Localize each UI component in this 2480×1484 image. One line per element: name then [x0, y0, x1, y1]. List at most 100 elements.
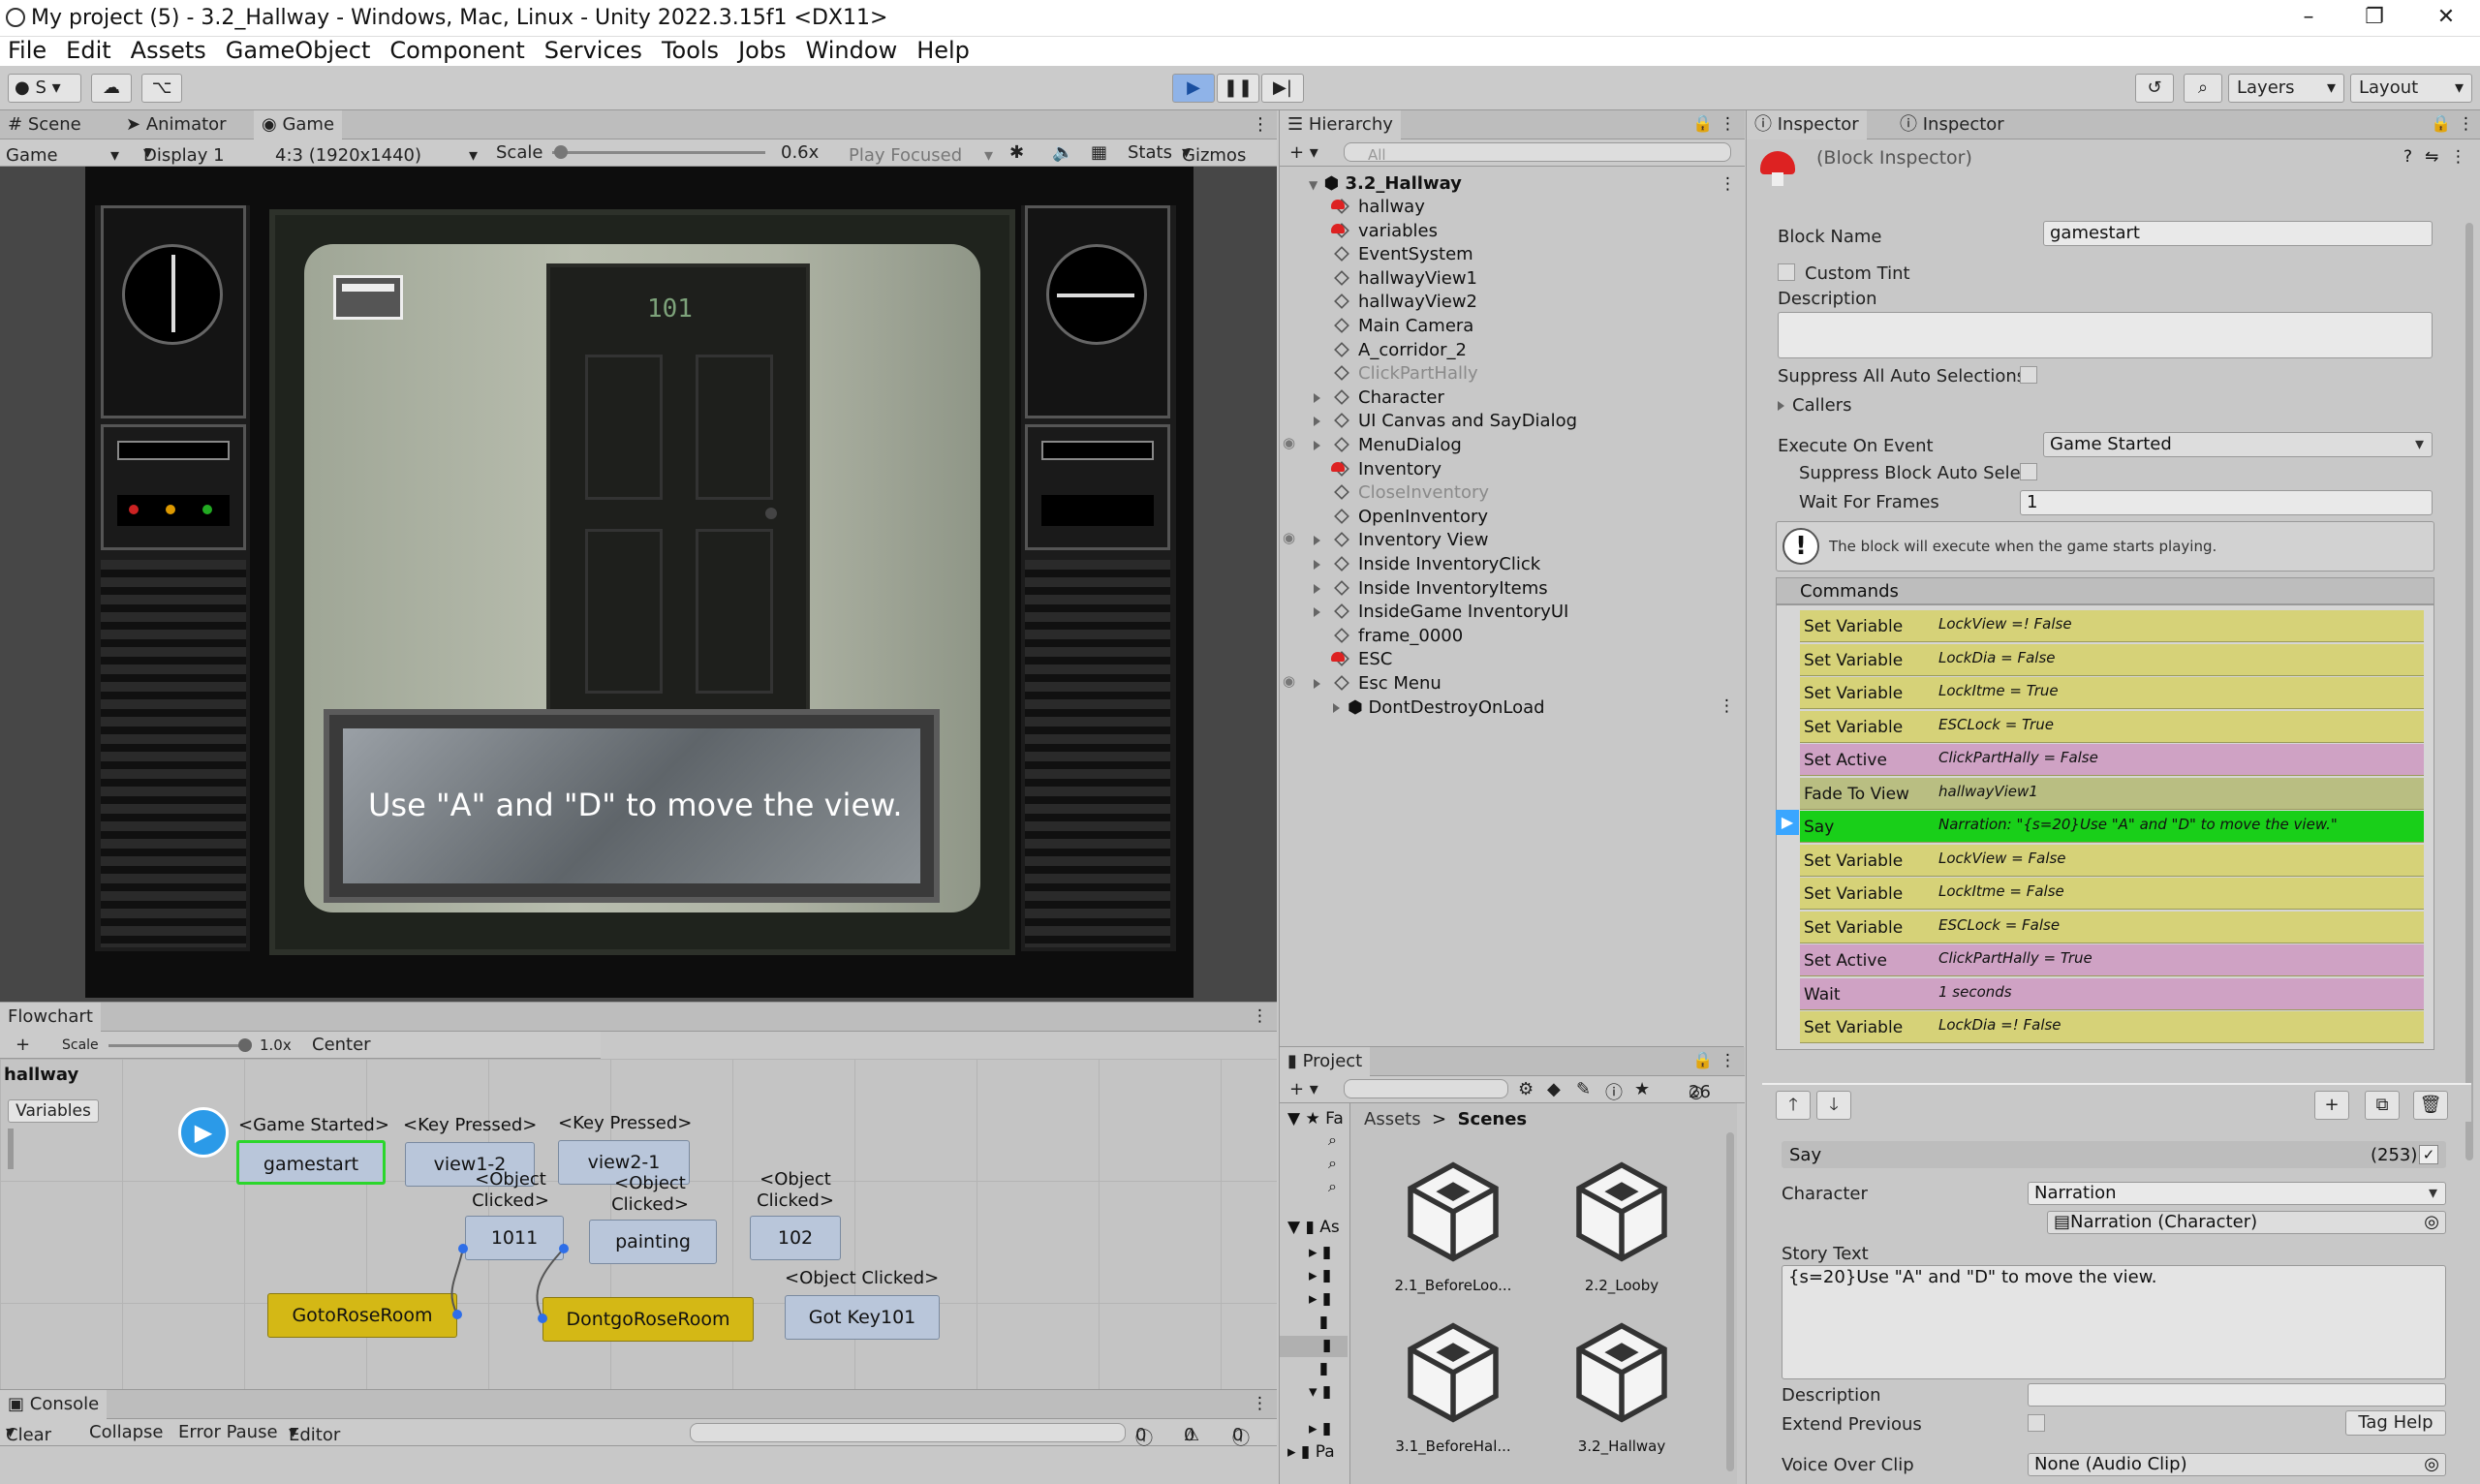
- folder-icon[interactable]: ▸ ▮: [1309, 1243, 1331, 1262]
- scrollbar[interactable]: [1726, 1132, 1734, 1471]
- command-row[interactable]: Say Narration: "{s=20}Use "A" and "D" to …: [1800, 811, 2424, 843]
- target-icon[interactable]: ◎: [2424, 1212, 2439, 1233]
- project-search-input[interactable]: [1344, 1079, 1508, 1098]
- tab-animator[interactable]: ➤ Animator: [118, 110, 234, 139]
- hierarchy-item[interactable]: Inventory View: [1314, 529, 1488, 552]
- expand-arrow-icon[interactable]: [1314, 672, 1335, 696]
- tab-inspector-2[interactable]: ⓘ Inspector: [1892, 110, 2012, 139]
- assets-folder[interactable]: ▼ ▮ As: [1287, 1218, 1340, 1237]
- custom-tint-checkbox[interactable]: [1778, 263, 1795, 281]
- hierarchy-item[interactable]: ESC: [1314, 648, 1392, 671]
- move-up-button[interactable]: 🡑: [1776, 1091, 1811, 1120]
- scene-asset[interactable]: 2.1_BeforeLoo...: [1376, 1159, 1531, 1294]
- hierarchy-item[interactable]: Inside InventoryItems: [1314, 577, 1548, 601]
- tag-help-button[interactable]: Tag Help: [2345, 1410, 2446, 1436]
- search-icon[interactable]: ⌕: [2184, 74, 2222, 103]
- folder-icon[interactable]: ▮: [1309, 1313, 1328, 1332]
- delete-button[interactable]: 🗑: [2413, 1091, 2448, 1120]
- command-row[interactable]: Fade To View hallwayView1: [1800, 777, 2424, 810]
- flowchart-scale-knob[interactable]: [238, 1038, 252, 1052]
- command-row[interactable]: Wait 1 seconds: [1800, 977, 2424, 1010]
- menu-edit[interactable]: Edit: [66, 37, 110, 64]
- flowchart-canvas[interactable]: hallway Variables ▶ <Game Started> games…: [0, 1059, 1277, 1390]
- tab-console[interactable]: ▣ Console: [0, 1390, 108, 1419]
- target-icon[interactable]: ◎: [2424, 1454, 2439, 1475]
- folder-icon[interactable]: ▾ ▮: [1309, 1382, 1331, 1402]
- expand-arrow-icon[interactable]: [1333, 702, 1340, 713]
- clear-dropdown[interactable]: Clear ▾: [6, 1422, 51, 1445]
- wait-frames-input[interactable]: 1: [2020, 490, 2433, 515]
- callers-foldout[interactable]: Callers: [1778, 395, 1851, 416]
- hierarchy-item[interactable]: Inside InventoryClick: [1314, 553, 1540, 576]
- display-dropdown[interactable]: Display 1 ▾: [143, 142, 225, 166]
- say-dialog[interactable]: Use "A" and "D" to move the view.: [324, 709, 940, 903]
- star-icon[interactable]: ★: [1634, 1079, 1650, 1099]
- inventory-icon[interactable]: [333, 275, 403, 320]
- hierarchy-item[interactable]: MenuDialog: [1314, 434, 1462, 457]
- expand-arrow-icon[interactable]: [1314, 434, 1335, 457]
- label-icon[interactable]: ✎: [1576, 1079, 1591, 1099]
- extend-previous-checkbox[interactable]: [2028, 1414, 2045, 1432]
- hierarchy-item[interactable]: UI Canvas and SayDialog: [1314, 410, 1577, 433]
- menu-window[interactable]: Window: [806, 37, 898, 64]
- expand-arrow-icon[interactable]: [1314, 386, 1335, 410]
- command-row[interactable]: Set Active ClickPartHally = True: [1800, 944, 2424, 976]
- expand-arrow-icon[interactable]: [1314, 529, 1335, 552]
- history-icon[interactable]: ↺: [2135, 74, 2174, 103]
- command-row[interactable]: Set Variable LockItme = False: [1800, 878, 2424, 910]
- folder-icon[interactable]: ▮: [1309, 1359, 1328, 1378]
- collab-icon[interactable]: ⌥: [141, 74, 182, 103]
- scene-asset[interactable]: 3.2_Hallway: [1544, 1319, 1699, 1455]
- center-button[interactable]: Center: [312, 1035, 371, 1055]
- type-icon[interactable]: ◆: [1547, 1079, 1561, 1099]
- tab-inspector[interactable]: ⓘ Inspector: [1747, 110, 1867, 139]
- lock-icon[interactable]: 🔒: [2431, 114, 2451, 134]
- scale-slider[interactable]: [552, 151, 765, 154]
- lock-icon[interactable]: 🔒: [1692, 114, 1713, 134]
- add-command-button[interactable]: +: [2314, 1091, 2349, 1120]
- command-row[interactable]: Set Active ClickPartHally = False: [1800, 744, 2424, 776]
- audio-icon[interactable]: 🔈: [1052, 142, 1073, 163]
- hierarchy-item[interactable]: frame_0000: [1314, 625, 1463, 648]
- game-view[interactable]: 101 Use "A" and "D" to move the view.: [0, 167, 1277, 1002]
- execute-on-event-dropdown[interactable]: Game Started: [2043, 432, 2433, 457]
- more-icon[interactable]: ⋮: [1720, 174, 1736, 194]
- hierarchy-search-input[interactable]: All: [1344, 142, 1731, 164]
- menu-tools[interactable]: Tools: [662, 37, 719, 64]
- scene-asset[interactable]: 3.1_BeforeHal...: [1376, 1319, 1531, 1455]
- visibility-icon[interactable]: ◉: [1283, 434, 1295, 451]
- character-object-field[interactable]: ▤Narration (Character) ◎: [2047, 1211, 2446, 1234]
- folder-icon[interactable]: ▸ ▮: [1309, 1419, 1331, 1438]
- command-row[interactable]: Set Variable ESCLock = True: [1800, 710, 2424, 743]
- expand-arrow-icon[interactable]: [1314, 553, 1335, 576]
- voice-over-field[interactable]: None (Audio Clip) ◎: [2028, 1453, 2446, 1476]
- hierarchy-item[interactable]: ClickPartHally: [1314, 362, 1478, 386]
- visibility-icon[interactable]: ◉: [1283, 672, 1295, 690]
- more-icon[interactable]: ⋮: [1252, 114, 1269, 135]
- help-icon[interactable]: ?: [2403, 147, 2412, 167]
- folder-icon[interactable]: ▸ ▮: [1309, 1266, 1331, 1285]
- editor-dropdown[interactable]: Editor ▾: [289, 1422, 340, 1445]
- suppress-all-checkbox[interactable]: [2020, 366, 2037, 384]
- hierarchy-item[interactable]: InsideGame InventoryUI: [1314, 601, 1568, 624]
- cloud-icon[interactable]: ☁: [91, 74, 132, 103]
- inspector-scrollbar[interactable]: [2465, 223, 2473, 1160]
- play-button[interactable]: ▶: [1172, 74, 1215, 103]
- command-row[interactable]: Set Variable LockItme = True: [1800, 677, 2424, 709]
- menu-assets[interactable]: Assets: [131, 37, 206, 64]
- move-down-button[interactable]: 🡓: [1816, 1091, 1851, 1120]
- door[interactable]: 101: [546, 263, 810, 728]
- scale-slider-knob[interactable]: [554, 145, 568, 159]
- settings-icon[interactable]: ⇋: [2425, 147, 2438, 167]
- expand-arrow-icon[interactable]: [1314, 601, 1335, 624]
- tab-project[interactable]: ▮ Project: [1280, 1047, 1371, 1076]
- close-icon[interactable]: ✕: [2416, 0, 2476, 37]
- more-icon[interactable]: ⋮: [1252, 1006, 1268, 1026]
- maximize-icon[interactable]: ❐: [2344, 0, 2404, 37]
- block-name-input[interactable]: gamestart: [2043, 221, 2433, 246]
- packages-folder[interactable]: ▸ ▮ Pa: [1287, 1442, 1335, 1462]
- account-button[interactable]: ● S ▾: [8, 74, 81, 103]
- menu-gameobject[interactable]: GameObject: [226, 37, 371, 64]
- command-row[interactable]: Set Variable LockView =! False: [1800, 610, 2424, 642]
- suppress-block-checkbox[interactable]: [2020, 463, 2037, 480]
